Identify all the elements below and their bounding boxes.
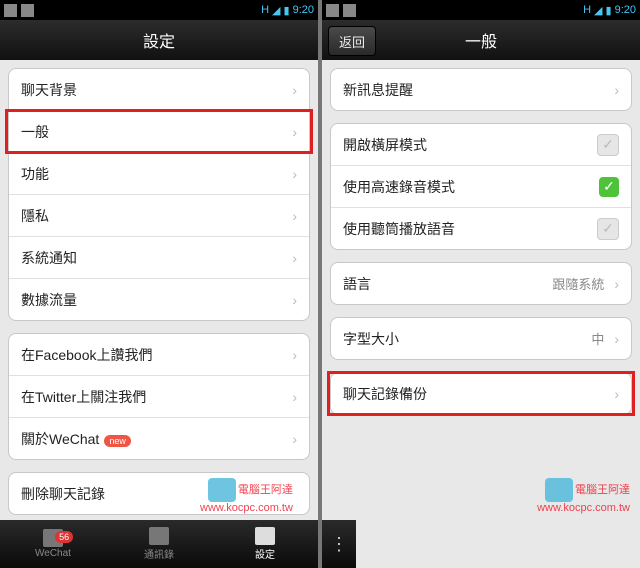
highlight-box <box>5 109 313 154</box>
row-使用高速錄音模式[interactable]: 使用高速錄音模式 ✓ <box>331 166 631 208</box>
chevron-right-icon: › <box>614 331 619 347</box>
row-新訊息提醒[interactable]: 新訊息提醒 › <box>331 69 631 110</box>
row-label: 新訊息提醒 <box>343 80 413 100</box>
row-在Twitter上關注我們[interactable]: 在Twitter上關注我們 › <box>9 376 309 418</box>
tab-label: 設定 <box>255 546 275 561</box>
gallery-icon <box>326 4 339 17</box>
row-value: 跟隨系統 <box>552 274 604 293</box>
row-label: 使用聽筒播放語音 <box>343 219 455 239</box>
row-label: 開啟橫屏模式 <box>343 135 427 155</box>
chevron-right-icon: › <box>614 386 619 402</box>
tab-通訊錄[interactable]: 通訊錄 <box>106 527 212 561</box>
row-value: 中 <box>591 329 604 348</box>
phone-left: H◢▮9:20 設定 聊天背景›一般›功能›隱私›系統通知›數據流量›在Face… <box>0 0 318 568</box>
row-開啟橫屏模式[interactable]: 開啟橫屏模式 ✓ <box>331 124 631 166</box>
chevron-right-icon: › <box>292 208 297 224</box>
chevron-right-icon: › <box>292 250 297 266</box>
tab-label: WeChat <box>35 548 71 559</box>
fb-icon <box>21 4 34 17</box>
tab-bar: WeChat 56 通訊錄 設定 <box>0 520 318 568</box>
net-indicator: H <box>261 4 269 16</box>
tab-icon <box>255 527 275 545</box>
row-label: 使用高速錄音模式 <box>343 177 455 197</box>
chevron-right-icon: › <box>292 292 297 308</box>
page-title: 設定 <box>0 28 318 52</box>
row-隱私[interactable]: 隱私 › <box>9 195 309 237</box>
checkbox[interactable]: ✓ <box>597 218 619 240</box>
tab-WeChat[interactable]: WeChat 56 <box>0 529 106 559</box>
back-button[interactable]: 返回 <box>328 26 376 56</box>
clock: 9:20 <box>615 4 636 16</box>
chevron-right-icon: › <box>292 431 297 447</box>
chevron-right-icon: › <box>292 82 297 98</box>
settings-list: 聊天背景›一般›功能›隱私›系統通知›數據流量›在Facebook上讚我們›在T… <box>0 60 318 568</box>
row-在Facebook上讚我們[interactable]: 在Facebook上讚我們 › <box>9 334 309 376</box>
chevron-right-icon: › <box>292 389 297 405</box>
gallery-icon <box>4 4 17 17</box>
row-label: 關於WeChatnew <box>21 429 131 449</box>
chevron-right-icon: › <box>292 347 297 363</box>
menu-button[interactable]: ⋮ <box>322 520 356 568</box>
checkbox[interactable]: ✓ <box>599 177 619 197</box>
general-list: 新訊息提醒›開啟橫屏模式✓使用高速錄音模式✓使用聽筒播放語音✓語言跟隨系統›字型… <box>322 60 640 568</box>
row-語言[interactable]: 語言 跟隨系統 › <box>331 263 631 304</box>
row-關於WeChat[interactable]: 關於WeChatnew › <box>9 418 309 459</box>
row-label: 字型大小 <box>343 329 399 349</box>
tab-label: 通訊錄 <box>144 546 174 561</box>
tab-icon <box>149 527 169 545</box>
net-indicator: H <box>583 4 591 16</box>
row-label: 數據流量 <box>21 290 77 310</box>
tab-設定[interactable]: 設定 <box>212 527 318 561</box>
row-label: 刪除聊天記錄 <box>21 484 105 504</box>
chevron-right-icon: › <box>292 124 297 140</box>
row-聊天記錄備份[interactable]: 聊天記錄備份 › <box>331 373 631 414</box>
row-label: 聊天記錄備份 <box>343 384 427 404</box>
row-label: 在Twitter上關注我們 <box>21 387 146 407</box>
phone-right: H◢▮9:20 返回 一般 新訊息提醒›開啟橫屏模式✓使用高速錄音模式✓使用聽筒… <box>322 0 640 568</box>
row-字型大小[interactable]: 字型大小 中 › <box>331 318 631 359</box>
row-功能[interactable]: 功能 › <box>9 153 309 195</box>
row-label: 在Facebook上讚我們 <box>21 345 152 365</box>
badge: 56 <box>55 531 73 543</box>
chevron-right-icon: › <box>614 82 619 98</box>
row-label: 語言 <box>343 274 371 294</box>
row-label: 隱私 <box>21 206 49 226</box>
title-bar: 返回 一般 <box>322 20 640 60</box>
row-label: 聊天背景 <box>21 80 77 100</box>
row-label: 系統通知 <box>21 248 77 268</box>
row-一般[interactable]: 一般 › <box>9 111 309 153</box>
status-bar: H◢▮9:20 <box>322 0 640 20</box>
new-badge: new <box>104 435 131 447</box>
row-聊天背景[interactable]: 聊天背景 › <box>9 69 309 111</box>
clock: 9:20 <box>293 4 314 16</box>
title-bar: 設定 <box>0 20 318 60</box>
row-label: 功能 <box>21 164 49 184</box>
checkbox[interactable]: ✓ <box>597 134 619 156</box>
status-bar: H◢▮9:20 <box>0 0 318 20</box>
chevron-right-icon: › <box>292 166 297 182</box>
row-系統通知[interactable]: 系統通知 › <box>9 237 309 279</box>
fb-icon <box>343 4 356 17</box>
row-刪除聊天記錄[interactable]: 刪除聊天記錄 <box>9 473 309 514</box>
row-label: 一般 <box>21 122 49 142</box>
chevron-right-icon: › <box>614 276 619 292</box>
row-數據流量[interactable]: 數據流量 › <box>9 279 309 320</box>
row-使用聽筒播放語音[interactable]: 使用聽筒播放語音 ✓ <box>331 208 631 249</box>
